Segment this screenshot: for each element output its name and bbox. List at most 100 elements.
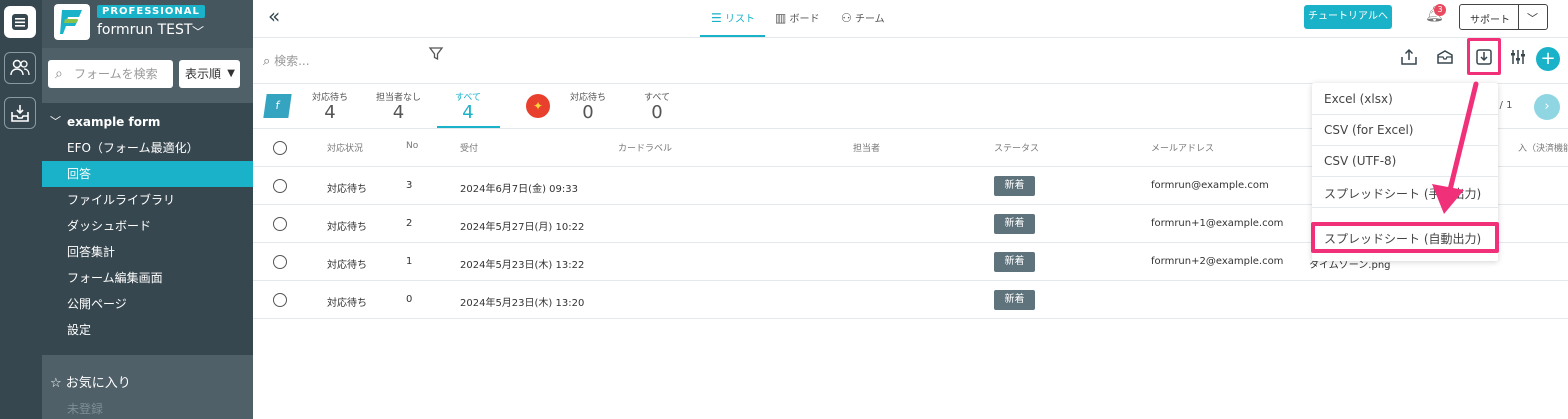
sidebar-item-public-page[interactable]: 公開ページ [42, 291, 253, 317]
tutorial-button[interactable]: チュートリアルへ [1304, 5, 1392, 29]
inbox-icon [11, 105, 29, 122]
annotation-arrow-icon [1432, 81, 1479, 214]
team-icon: ⚇ [841, 11, 852, 25]
tab-active-indicator [700, 35, 765, 37]
cell-status: 対応待ち [327, 298, 367, 309]
form-section: ﹀ example form EFO（フォーム最適化） 回答 ファイルライブラリ… [42, 103, 253, 355]
column-settings-icon[interactable] [1509, 48, 1527, 66]
select-all-radio[interactable] [273, 141, 287, 155]
plan-badge: PROFESSIONAL [97, 5, 205, 18]
icon-rail [0, 0, 42, 419]
forms-nav-button[interactable] [4, 6, 36, 38]
org-name: formrun TEST [97, 22, 193, 38]
sort-label: 表示順 [185, 67, 222, 81]
cell-no: 0 [406, 294, 413, 305]
count-unassigned[interactable]: 担当者なし 4 [371, 90, 426, 123]
next-page-button[interactable]: › [1534, 94, 1560, 120]
row-select-radio[interactable] [273, 255, 287, 269]
form-title[interactable]: example form [67, 115, 160, 129]
menu-item-csv-excel[interactable]: CSV (for Excel) [1324, 123, 1413, 137]
tab-list[interactable]: ☰ リスト [711, 10, 755, 25]
cell-status: 対応待ち [327, 260, 367, 271]
chevron-right-icon: › [1544, 99, 1550, 114]
count-value: 4 [324, 102, 336, 123]
search-icon: ⌕ [55, 66, 63, 82]
favorites-label: お気に入り [65, 376, 131, 391]
tab-board[interactable]: ▥ ボード [775, 10, 820, 25]
forms-icon [12, 14, 28, 30]
count-waiting[interactable]: 対応待ち 4 [307, 90, 353, 123]
count-value: 4 [462, 102, 474, 123]
support-divider [1518, 5, 1519, 29]
sidebar: PROFESSIONAL formrun TEST ﹀ ⌕ フォームを検索 表示… [42, 0, 253, 419]
export-icon[interactable] [1400, 48, 1418, 66]
sidebar-item-file-library[interactable]: ファイルライブラリ [42, 187, 253, 213]
cell-email: formrun@example.com [1151, 180, 1269, 191]
col-received[interactable]: 受付 [460, 141, 478, 154]
col-extra[interactable]: 入（決済機能）合 [1518, 141, 1568, 154]
form-search-input[interactable]: ⌕ フォームを検索 [48, 60, 173, 88]
cell-received: 2024年5月23日(木) 13:22 [460, 260, 585, 271]
count-value: 4 [392, 102, 405, 123]
menu-item-excel[interactable]: Excel (xlsx) [1324, 92, 1393, 106]
table-row[interactable]: 対応待ち 0 2024年5月23日(木) 13:20 新着 [253, 281, 1568, 319]
sidebar-item-responses[interactable]: 回答 [42, 161, 253, 187]
cell-email: formrun+2@example.com [1151, 256, 1284, 267]
col-status[interactable]: 対応状況 [327, 141, 363, 154]
plus-icon: + [1540, 48, 1556, 69]
formrun-logo [54, 4, 90, 40]
tab-team[interactable]: ⚇ チーム [841, 10, 885, 25]
notification-count-badge: 3 [1434, 4, 1446, 16]
row-select-radio[interactable] [273, 217, 287, 231]
count-value: 0 [651, 102, 663, 123]
inbox-nav-button[interactable] [4, 97, 36, 129]
search-icon: ⌕ [263, 54, 271, 69]
col-email[interactable]: メールアドレス [1151, 141, 1214, 154]
board-icon: ▥ [775, 11, 787, 25]
count-all[interactable]: すべて 4 [448, 90, 488, 123]
cell-no: 2 [406, 218, 413, 229]
org-header[interactable]: PROFESSIONAL formrun TEST ﹀ [42, 0, 253, 48]
menu-item-csv-utf8[interactable]: CSV (UTF-8) [1324, 154, 1396, 168]
support-button[interactable]: サポート ﹀ [1459, 4, 1548, 30]
form-color-icon: f [263, 94, 292, 118]
tab-team-label: チーム [854, 14, 885, 25]
count-waiting-other[interactable]: 対応待ち 0 [565, 90, 611, 123]
row-select-radio[interactable] [273, 179, 287, 193]
response-search-placeholder: 検索... [274, 54, 310, 68]
sidebar-item-settings[interactable]: 設定 [42, 317, 253, 343]
cell-status: 対応待ち [327, 184, 367, 195]
sort-select[interactable]: 表示順 ▼ [179, 60, 240, 88]
chevron-down-icon[interactable]: ﹀ [1527, 10, 1538, 26]
count-active-indicator [437, 126, 500, 128]
list-icon: ☰ [711, 11, 722, 25]
row-select-radio[interactable] [273, 293, 287, 307]
chevron-down-icon[interactable]: ﹀ [50, 113, 61, 129]
count-all-other[interactable]: すべて 0 [637, 90, 677, 123]
col-no[interactable]: No [406, 141, 418, 151]
col-assignee[interactable]: 担当者 [853, 141, 880, 154]
cell-received: 2024年5月23日(木) 13:20 [460, 298, 585, 309]
sidebar-item-form-editor[interactable]: フォーム編集画面 [42, 265, 253, 291]
status-badge: 新着 [994, 252, 1035, 272]
filter-icon[interactable] [428, 46, 444, 62]
favorites-heading[interactable]: ☆ お気に入り [50, 372, 131, 391]
cell-received: 2024年5月27日(月) 10:22 [460, 222, 585, 233]
col-card-label[interactable]: カードラベル [618, 141, 672, 154]
sidebar-item-aggregation[interactable]: 回答集計 [42, 239, 253, 265]
add-response-button[interactable]: + [1536, 47, 1560, 71]
count-value: 0 [582, 102, 594, 123]
sidebar-item-efo[interactable]: EFO（フォーム最適化） [42, 135, 253, 161]
cell-email: formrun+1@example.com [1151, 218, 1284, 229]
tab-list-label: リスト [724, 14, 755, 25]
collapse-sidebar-icon[interactable]: « [268, 4, 280, 28]
users-icon [10, 59, 30, 76]
app-root: PROFESSIONAL formrun TEST ﹀ ⌕ フォームを検索 表示… [0, 0, 1568, 419]
download-button-highlight [1467, 38, 1501, 75]
response-search-input[interactable]: ⌕ 検索... [263, 52, 413, 69]
mail-icon[interactable] [1436, 48, 1454, 66]
mascot-icon: ✦ [526, 94, 550, 118]
members-nav-button[interactable] [4, 52, 36, 84]
col-state[interactable]: ステータス [994, 141, 1039, 154]
sidebar-item-dashboard[interactable]: ダッシュボード [42, 213, 253, 239]
